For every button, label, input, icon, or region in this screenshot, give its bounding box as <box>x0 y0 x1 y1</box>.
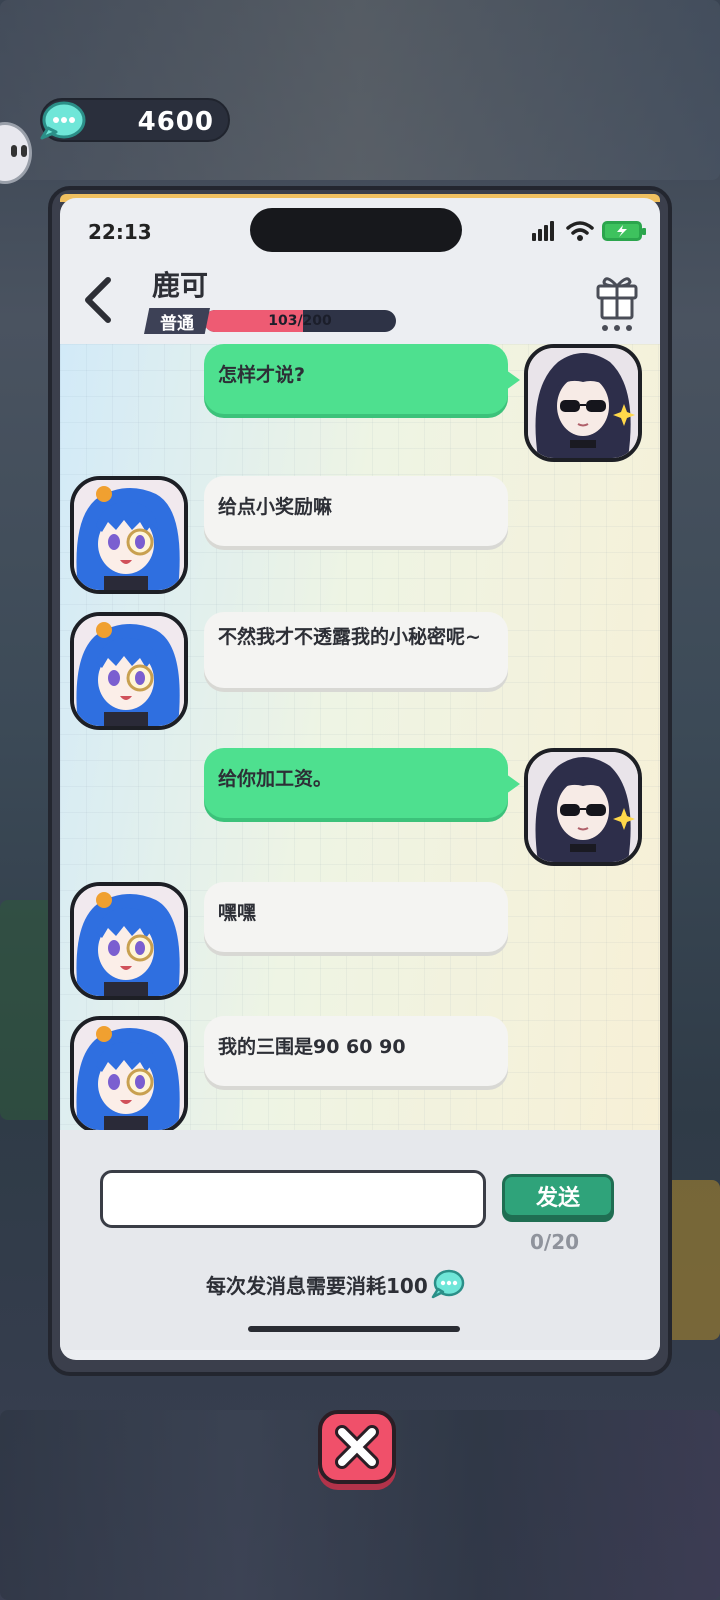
composer: 发送 0/20 每次发消息需要消耗100 <box>60 1130 660 1350</box>
message-input[interactable] <box>100 1170 486 1228</box>
gift-icon[interactable] <box>594 270 640 334</box>
currency-amount: 4600 <box>137 107 214 137</box>
my-avatar[interactable] <box>524 748 642 866</box>
cost-note-text: 每次发消息需要消耗100 <box>206 1273 428 1298</box>
chat-header: 鹿可 103/200 普通 <box>60 258 660 344</box>
chat-area[interactable]: 怎样才说? 给点小奖励嘛 不然我才不透露我的小秘密呢~ 给你加工资。 嘿嘿 我的… <box>60 344 660 1134</box>
home-indicator <box>248 1326 460 1332</box>
close-button[interactable] <box>318 1410 396 1484</box>
phone-screen: 22:13 鹿可 103/200 普通 怎样才说? 给点小奖励嘛 不然我才不透露… <box>60 198 660 1360</box>
close-icon <box>335 1425 379 1469</box>
message-text: 嘿嘿 <box>218 902 257 924</box>
my-message-bubble: 怎样才说? <box>204 344 520 414</box>
chat-coin-icon <box>40 101 86 140</box>
contact-message-bubble: 我的三围是90 60 90 <box>204 1016 508 1086</box>
rank-badge: 普通 <box>144 308 210 334</box>
phone-frame: 22:13 鹿可 103/200 普通 怎样才说? 给点小奖励嘛 不然我才不透露… <box>48 186 672 1376</box>
my-avatar[interactable] <box>524 344 642 462</box>
affinity-text: 103/200 <box>268 313 332 329</box>
char-count: 0/20 <box>530 1230 580 1254</box>
currency-pill: 4600 <box>40 98 230 142</box>
contact-avatar[interactable] <box>70 476 188 594</box>
affinity-bar: 103/200 <box>204 310 396 332</box>
battery-icon <box>602 221 646 241</box>
contact-avatar[interactable] <box>70 612 188 730</box>
contact-message-bubble: 给点小奖励嘛 <box>204 476 508 546</box>
background-scene-top <box>0 0 720 180</box>
status-icons <box>532 218 646 244</box>
message-text: 给点小奖励嘛 <box>218 496 333 518</box>
back-arrow-icon[interactable] <box>78 274 118 326</box>
message-text: 不然我才不透露我的小秘密呢~ <box>218 626 481 648</box>
wifi-icon <box>566 221 594 241</box>
cost-note: 每次发消息需要消耗100 <box>206 1268 466 1300</box>
contact-name: 鹿可 <box>152 269 209 302</box>
message-text: 我的三围是90 60 90 <box>218 1036 406 1058</box>
contact-message-bubble: 不然我才不透露我的小秘密呢~ <box>204 612 508 688</box>
phone-notch <box>250 208 462 252</box>
message-text: 给你加工资。 <box>218 768 333 790</box>
contact-avatar[interactable] <box>70 1016 188 1134</box>
status-time: 22:13 <box>88 220 152 244</box>
my-message-bubble: 给你加工资。 <box>204 748 520 818</box>
contact-avatar[interactable] <box>70 882 188 1000</box>
chat-coin-icon <box>431 1269 464 1299</box>
signal-icon <box>532 221 558 241</box>
message-text: 怎样才说? <box>218 364 306 386</box>
send-button[interactable]: 发送 <box>502 1174 614 1218</box>
contact-message-bubble: 嘿嘿 <box>204 882 508 952</box>
